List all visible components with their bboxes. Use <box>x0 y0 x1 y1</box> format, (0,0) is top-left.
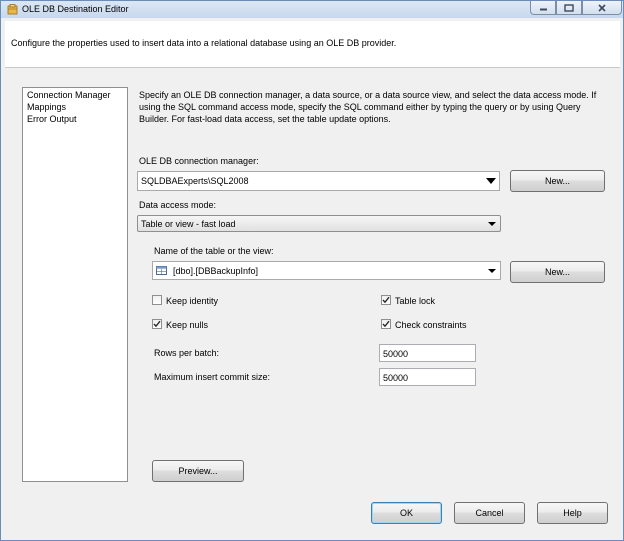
dropdown-arrow[interactable] <box>482 172 499 190</box>
dropdown-arrow[interactable] <box>483 216 500 231</box>
data-access-mode-select[interactable]: Table or view - fast load <box>137 215 501 232</box>
data-access-mode-label: Data access mode: <box>139 200 217 210</box>
table-name-value: [dbo].[DBBackupInfo] <box>173 266 259 276</box>
connection-manager-value: SQLDBAExperts\SQL2008 <box>141 176 249 186</box>
minimize-button[interactable] <box>530 1 556 15</box>
max-commit-value: 50000 <box>383 373 409 383</box>
max-commit-label: Maximum insert commit size: <box>154 372 271 382</box>
nav-item-connection-manager[interactable]: Connection Manager <box>27 90 111 100</box>
keep-identity-checkbox[interactable] <box>152 295 162 305</box>
table-icon <box>156 266 167 275</box>
table-lock-label: Table lock <box>395 296 436 306</box>
window-title: OLE DB Destination Editor <box>22 4 129 14</box>
table-name-combo[interactable]: [dbo].[DBBackupInfo] <box>152 261 501 280</box>
nav-item-error-output[interactable]: Error Output <box>27 114 77 124</box>
nav-item-mappings[interactable]: Mappings <box>27 102 66 112</box>
dropdown-arrow[interactable] <box>483 262 500 279</box>
chevron-down-icon <box>487 268 496 273</box>
keep-identity-label: Keep identity <box>166 296 219 306</box>
connection-manager-combo[interactable]: SQLDBAExperts\SQL2008 <box>137 171 500 191</box>
connection-manager-label: OLE DB connection manager: <box>139 156 259 166</box>
package-icon <box>7 4 18 15</box>
header-description: Configure the properties used to insert … <box>11 38 397 48</box>
checkmark-icon <box>153 320 161 328</box>
checkmark-icon <box>382 320 390 328</box>
check-constraints-checkbox[interactable] <box>381 319 391 329</box>
chevron-down-icon <box>487 221 496 226</box>
preview-button[interactable]: Preview... <box>152 460 244 482</box>
data-access-mode-value: Table or view - fast load <box>141 219 236 229</box>
dialog-client-area: Configure the properties used to insert … <box>5 21 620 536</box>
close-icon <box>598 3 606 12</box>
keep-nulls-checkbox[interactable] <box>152 319 162 329</box>
keep-nulls-label: Keep nulls <box>166 320 209 330</box>
rows-per-batch-input[interactable]: 50000 <box>379 344 476 362</box>
check-constraints-label: Check constraints <box>395 320 467 330</box>
chevron-down-icon <box>485 178 496 184</box>
maximize-button[interactable] <box>556 1 582 15</box>
rows-per-batch-value: 50000 <box>383 349 409 359</box>
dialog-window: OLE DB Destination Editor Configure the … <box>0 0 624 541</box>
header-band: Configure the properties used to insert … <box>5 21 620 68</box>
close-button[interactable] <box>582 1 622 15</box>
ok-button[interactable]: OK <box>371 502 442 524</box>
rows-per-batch-label: Rows per batch: <box>154 348 220 358</box>
max-commit-input[interactable]: 50000 <box>379 368 476 386</box>
nav-panel: Connection Manager Mappings Error Output <box>22 87 128 482</box>
new-table-button[interactable]: New... <box>510 261 605 283</box>
maximize-icon <box>564 3 574 12</box>
table-name-label: Name of the table or the view: <box>154 246 274 256</box>
table-lock-checkbox[interactable] <box>381 295 391 305</box>
caption-buttons <box>530 1 622 15</box>
cancel-button[interactable]: Cancel <box>454 502 525 524</box>
minimize-icon <box>539 8 547 10</box>
title-bar[interactable]: OLE DB Destination Editor <box>1 1 623 18</box>
help-button[interactable]: Help <box>537 502 608 524</box>
page-description: Specify an OLE DB connection manager, a … <box>139 90 597 124</box>
checkmark-icon <box>382 296 390 304</box>
new-connection-button[interactable]: New... <box>510 170 605 192</box>
